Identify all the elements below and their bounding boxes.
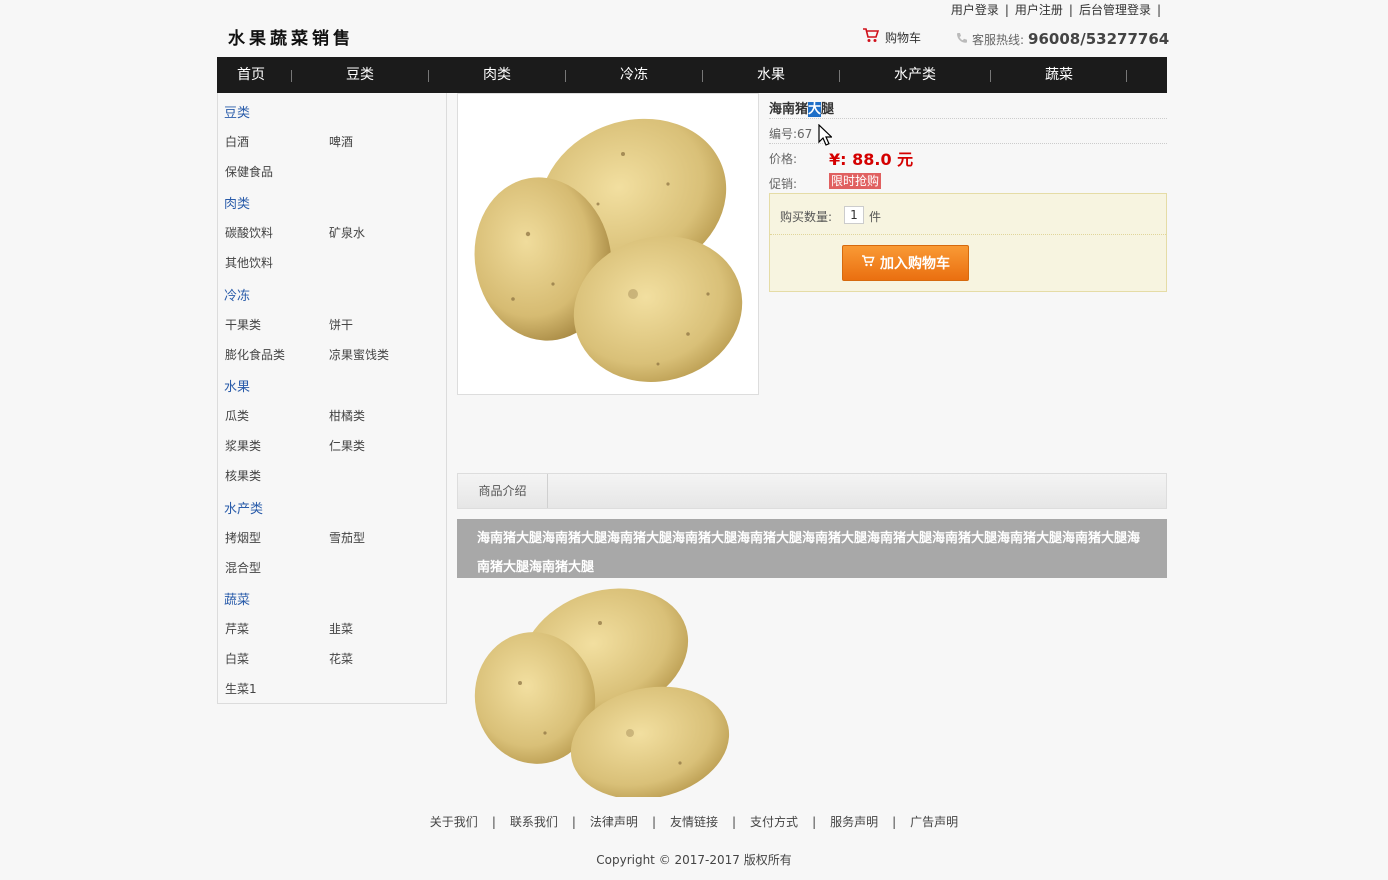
product-price: ¥: 88.0 元 xyxy=(829,150,914,169)
promo-badge: 限时抢购 xyxy=(829,173,882,189)
sidebar-item[interactable]: 柑橘类 xyxy=(329,407,365,424)
admin-login-link[interactable]: 后台管理登录 xyxy=(1079,3,1151,17)
sidebar-item[interactable]: 白菜 xyxy=(225,650,249,667)
top-links: 用户登录 | 用户注册 | 后台管理登录 | xyxy=(951,1,1167,18)
separator: | xyxy=(812,815,817,829)
separator: | xyxy=(1156,3,1161,17)
site-logo[interactable]: 水果蔬菜销售 xyxy=(228,24,354,49)
login-link[interactable]: 用户登录 xyxy=(951,3,999,17)
separator: | xyxy=(491,815,496,829)
nav-separator xyxy=(990,70,991,82)
separator: | xyxy=(571,815,576,829)
nav-item-seafood[interactable]: 水产类 xyxy=(880,57,950,93)
quantity-input[interactable]: 1 xyxy=(844,206,864,224)
hotline: 客服热线: 96008/53277764 xyxy=(956,30,1169,48)
sidebar-category[interactable]: 水产类 xyxy=(224,498,263,517)
separator: | xyxy=(732,815,737,829)
sidebar-item[interactable]: 雪茄型 xyxy=(329,529,365,546)
footer-links: 关于我们 | 联系我们 | 法律声明 | 友情链接 | 支付方式 | 服务声明 | 广告声明 xyxy=(0,813,1388,830)
product-code: 编号:67 xyxy=(769,125,812,142)
separator: | xyxy=(1068,3,1073,17)
purchase-box: 购买数量: 1 件 加入购物车 xyxy=(769,193,1167,292)
sidebar-item[interactable]: 矿泉水 xyxy=(329,224,365,241)
footer-link-legal[interactable]: 法律声明 xyxy=(590,815,638,829)
nav-item-home[interactable]: 首页 xyxy=(217,57,285,93)
nav-separator xyxy=(428,70,429,82)
sidebar-category[interactable]: 蔬菜 xyxy=(224,589,250,608)
sidebar-item[interactable]: 干果类 xyxy=(225,316,261,333)
footer-link-about[interactable]: 关于我们 xyxy=(430,815,478,829)
product-title: 海南猪大腿 xyxy=(769,102,835,117)
sidebar-category[interactable]: 冷冻 xyxy=(224,285,250,304)
nav-item-fruit[interactable]: 水果 xyxy=(738,57,804,93)
product-image[interactable] xyxy=(457,93,759,395)
sidebar-category[interactable]: 水果 xyxy=(224,376,250,395)
code-value: 67 xyxy=(797,127,813,141)
code-label: 编号: xyxy=(769,127,798,141)
nav-item-meat[interactable]: 肉类 xyxy=(464,57,530,93)
register-link[interactable]: 用户注册 xyxy=(1015,3,1063,17)
nav-separator xyxy=(565,70,566,82)
price-label: 价格: xyxy=(769,152,798,166)
cart-icon xyxy=(861,255,875,271)
divider xyxy=(770,234,1166,235)
sidebar-item[interactable]: 混合型 xyxy=(225,559,261,576)
description-image xyxy=(460,583,742,797)
cart-icon xyxy=(862,28,880,46)
separator: | xyxy=(651,815,656,829)
product-description: 海南猪大腿海南猪大腿海南猪大腿海南猪大腿海南猪大腿海南猪大腿海南猪大腿海南猪大腿… xyxy=(457,519,1167,578)
cart-link[interactable]: 购物车 xyxy=(862,28,921,46)
mouse-cursor-icon xyxy=(818,123,833,149)
sidebar-item[interactable]: 其他饮料 xyxy=(225,254,273,271)
nav-separator xyxy=(839,70,840,82)
copyright: Copyright © 2017-2017 版权所有 xyxy=(596,853,792,867)
sidebar-item[interactable]: 白酒 xyxy=(225,133,249,150)
footer-link-payment[interactable]: 支付方式 xyxy=(750,815,798,829)
sidebar-item[interactable]: 拷烟型 xyxy=(225,529,261,546)
main-nav: 首页 豆类 肉类 冷冻 水果 水产类 蔬菜 xyxy=(217,57,1167,93)
sidebar-item[interactable]: 仁果类 xyxy=(329,437,365,454)
quantity-unit: 件 xyxy=(869,210,882,224)
sidebar-item[interactable]: 凉果蜜饯类 xyxy=(329,346,389,363)
sidebar-item[interactable]: 啤酒 xyxy=(329,133,353,150)
promo-label: 促销: xyxy=(769,177,798,191)
nav-item-beans[interactable]: 豆类 xyxy=(327,57,393,93)
sidebar-item[interactable]: 生菜1 xyxy=(225,680,257,697)
product-tabs: 商品介绍 xyxy=(457,473,1167,509)
sidebar-category[interactable]: 豆类 xyxy=(224,102,250,121)
sidebar-category[interactable]: 肉类 xyxy=(224,193,250,212)
hotline-number: 96008/53277764 xyxy=(1028,30,1170,48)
add-to-cart-label: 加入购物车 xyxy=(880,256,950,272)
sidebar-item[interactable]: 核果类 xyxy=(225,467,261,484)
sidebar-item[interactable]: 碳酸饮料 xyxy=(225,224,273,241)
cart-label: 购物车 xyxy=(885,30,922,45)
separator: | xyxy=(892,815,897,829)
sidebar-item[interactable]: 瓜类 xyxy=(225,407,249,424)
nav-item-frozen[interactable]: 冷冻 xyxy=(601,57,667,93)
hotline-label: 客服热线: xyxy=(972,32,1025,47)
sidebar-item[interactable]: 韭菜 xyxy=(329,620,353,637)
sidebar-item[interactable]: 芹菜 xyxy=(225,620,249,637)
sidebar-item[interactable]: 饼干 xyxy=(329,316,353,333)
selected-text: 大 xyxy=(808,102,822,117)
add-to-cart-button[interactable]: 加入购物车 xyxy=(842,245,969,281)
divider xyxy=(769,118,1167,119)
footer-link-ads[interactable]: 广告声明 xyxy=(910,815,958,829)
nav-separator xyxy=(291,70,292,82)
footer-link-service[interactable]: 服务声明 xyxy=(830,815,878,829)
separator: | xyxy=(1004,3,1009,17)
category-sidebar: 豆类 白酒 啤酒 保健食品 肉类 碳酸饮料 矿泉水 其他饮料 冷冻 干果类 饼干… xyxy=(217,93,447,704)
phone-icon xyxy=(956,32,968,47)
sidebar-item[interactable]: 浆果类 xyxy=(225,437,261,454)
footer-link-friends[interactable]: 友情链接 xyxy=(670,815,718,829)
nav-item-vegetables[interactable]: 蔬菜 xyxy=(1026,57,1092,93)
nav-separator xyxy=(1126,70,1127,82)
sidebar-item[interactable]: 膨化食品类 xyxy=(225,346,285,363)
quantity-label: 购买数量: xyxy=(780,210,833,224)
sidebar-item[interactable]: 花菜 xyxy=(329,650,353,667)
tab-product-intro[interactable]: 商品介绍 xyxy=(458,474,548,508)
sidebar-item[interactable]: 保健食品 xyxy=(225,163,273,180)
footer-link-contact[interactable]: 联系我们 xyxy=(510,815,558,829)
nav-separator xyxy=(702,70,703,82)
